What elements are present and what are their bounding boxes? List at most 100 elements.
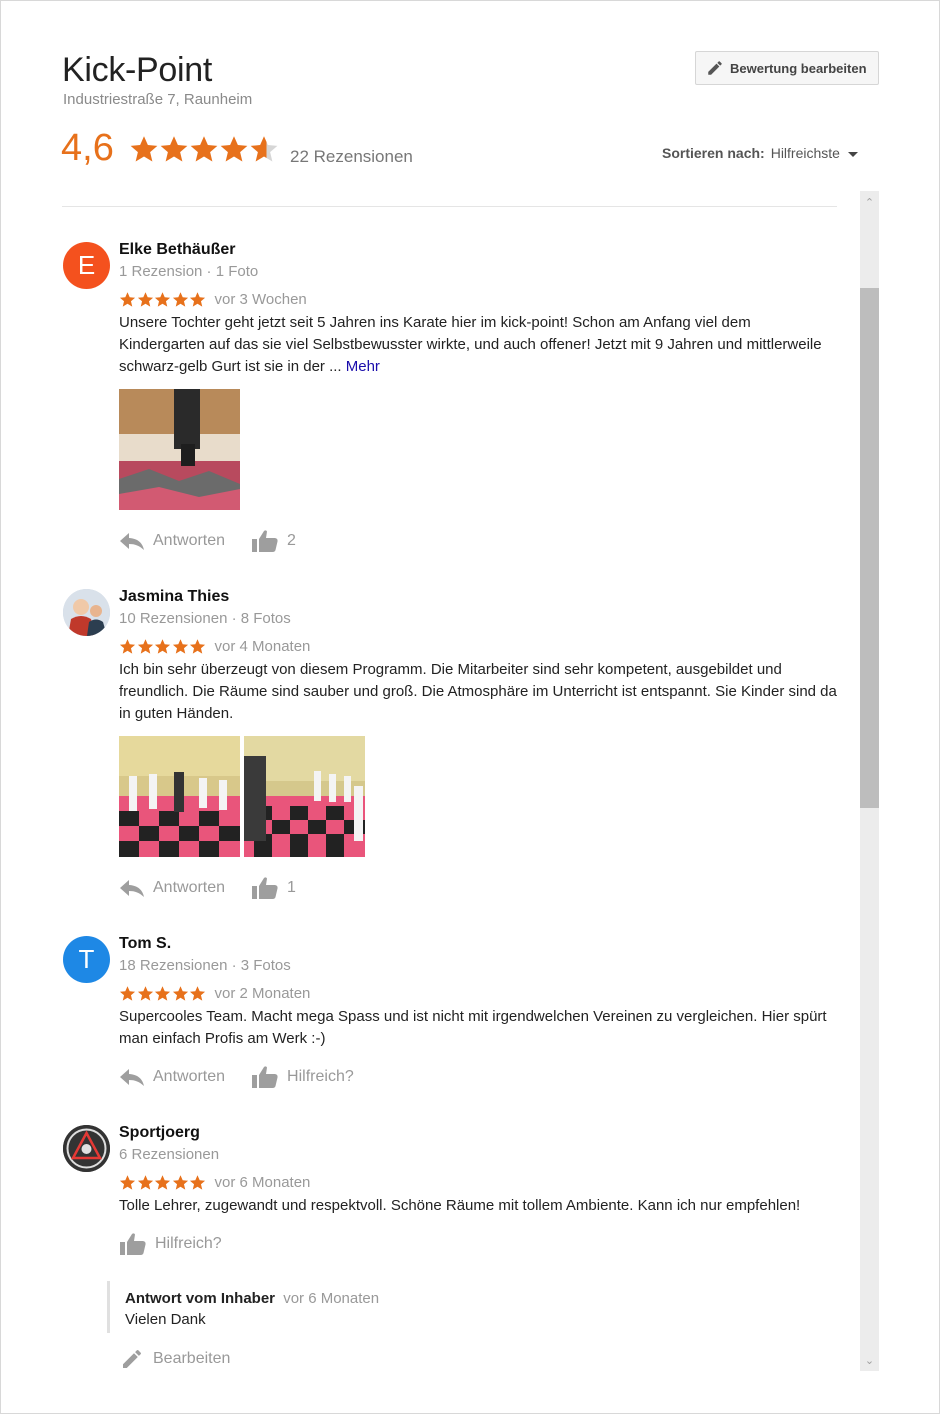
scroll-down-arrow-icon[interactable]: ⌄ bbox=[860, 1351, 879, 1369]
star-icon bbox=[189, 985, 206, 1002]
reply-button[interactable]: Antworten bbox=[119, 878, 225, 898]
more-link[interactable]: Mehr bbox=[346, 358, 380, 375]
review-photo[interactable] bbox=[119, 389, 240, 510]
review-photo[interactable] bbox=[244, 736, 365, 857]
star-icon bbox=[137, 1174, 154, 1191]
star-icon bbox=[189, 134, 219, 164]
owner-reply-text: Vielen Dank bbox=[125, 1311, 206, 1328]
thumbs-up-icon bbox=[119, 1232, 147, 1256]
owner-reply-title: Antwort vom Inhaber bbox=[125, 1290, 276, 1307]
reviewer-meta: 6 Rezensionen bbox=[119, 1146, 220, 1163]
reviewer-meta: 1 Rezension · 1 Foto bbox=[119, 263, 259, 280]
review-text: Unsere Tochter geht jetzt seit 5 Jahren … bbox=[119, 312, 837, 378]
scrollbar[interactable]: ⌃ ⌄ bbox=[860, 191, 879, 1371]
scrollbar-thumb[interactable] bbox=[860, 288, 879, 808]
pencil-icon bbox=[119, 1347, 145, 1371]
caret-down-icon[interactable] bbox=[847, 151, 858, 157]
helpful-label: Hilfreich? bbox=[287, 1068, 354, 1085]
review-stars: vor 3 Wochen bbox=[119, 291, 307, 308]
avatar[interactable]: E bbox=[63, 242, 110, 289]
helpful-label: Hilfreich? bbox=[155, 1235, 222, 1252]
review-actions: Antworten Hilfreich? bbox=[119, 1065, 380, 1089]
review-photo[interactable] bbox=[119, 736, 240, 857]
star-icon bbox=[119, 638, 136, 655]
star-icon bbox=[154, 291, 171, 308]
review-date: vor 3 Wochen bbox=[214, 291, 307, 308]
reply-button[interactable]: Antworten bbox=[119, 531, 225, 551]
helpful-button[interactable]: Hilfreich? bbox=[251, 1065, 354, 1089]
edit-review-button[interactable]: Bewertung bearbeiten bbox=[695, 51, 879, 85]
star-icon bbox=[154, 985, 171, 1002]
review-actions: Antworten 2 bbox=[119, 529, 322, 553]
review-text: Tolle Lehrer, zugewandt und respektvoll.… bbox=[119, 1197, 801, 1214]
star-icon bbox=[137, 638, 154, 655]
review-actions: Antworten 1 bbox=[119, 876, 322, 900]
reviewer-name[interactable]: Sportjoerg bbox=[119, 1124, 200, 1142]
star-icon bbox=[119, 985, 136, 1002]
thumbs-up-icon bbox=[251, 1065, 279, 1089]
like-button[interactable]: 1 bbox=[251, 876, 296, 900]
review-text-body: Unsere Tochter geht jetzt seit 5 Jahren … bbox=[119, 314, 822, 375]
star-icon bbox=[137, 985, 154, 1002]
star-icon bbox=[154, 638, 171, 655]
reply-label: Antworten bbox=[153, 879, 226, 896]
average-rating-stars bbox=[129, 134, 279, 164]
header-divider bbox=[62, 206, 837, 207]
sort-control[interactable]: Sortieren nach: Hilfreichste bbox=[662, 145, 858, 161]
review-date: vor 6 Monaten bbox=[214, 1174, 311, 1191]
thumbs-up-icon bbox=[251, 529, 279, 553]
review-text: Ich bin sehr überzeugt von diesem Progra… bbox=[119, 661, 837, 722]
reply-icon bbox=[119, 1067, 145, 1087]
owner-reply-header: Antwort vom Inhaber vor 6 Monaten bbox=[125, 1290, 407, 1307]
like-count: 2 bbox=[287, 532, 296, 549]
avatar[interactable]: T bbox=[63, 936, 110, 983]
review-stars: vor 2 Monaten bbox=[119, 985, 310, 1002]
business-name: Kick-Point bbox=[62, 51, 213, 89]
avatar[interactable] bbox=[63, 1125, 110, 1172]
star-icon bbox=[219, 134, 249, 164]
sort-label: Sortieren nach: bbox=[662, 145, 765, 161]
reviewer-meta: 18 Rezensionen · 3 Fotos bbox=[119, 957, 291, 974]
scroll-up-arrow-icon[interactable]: ⌃ bbox=[860, 193, 879, 211]
reply-button[interactable]: Antworten bbox=[119, 1067, 225, 1087]
review-actions: Hilfreich? bbox=[119, 1232, 248, 1256]
pencil-icon bbox=[706, 59, 724, 77]
star-icon bbox=[119, 291, 136, 308]
star-icon bbox=[129, 134, 159, 164]
like-button[interactable]: 2 bbox=[251, 529, 296, 553]
edit-review-label: Bewertung bearbeiten bbox=[730, 60, 867, 76]
reviewer-name[interactable]: Elke Bethäußer bbox=[119, 241, 235, 259]
review-stars: vor 4 Monaten bbox=[119, 638, 310, 655]
review-date: vor 2 Monaten bbox=[214, 985, 311, 1002]
reviews-dialog: Kick-Point Industriestraße 7, Raunheim 4… bbox=[0, 0, 940, 1414]
edit-reply-button[interactable]: Bearbeiten bbox=[119, 1347, 230, 1371]
helpful-button[interactable]: Hilfreich? bbox=[119, 1232, 222, 1256]
star-icon bbox=[189, 1174, 206, 1191]
reply-label: Antworten bbox=[153, 532, 226, 549]
like-count: 1 bbox=[287, 879, 296, 896]
reviewer-name[interactable]: Jasmina Thies bbox=[119, 588, 229, 606]
review-count: 22 Rezensionen bbox=[290, 147, 413, 166]
owner-reply: Antwort vom Inhaber vor 6 Monaten Vielen… bbox=[107, 1281, 407, 1333]
star-icon bbox=[119, 1174, 136, 1191]
star-icon bbox=[172, 638, 189, 655]
star-icon bbox=[189, 638, 206, 655]
reply-label: Antworten bbox=[153, 1068, 226, 1085]
star-icon bbox=[172, 291, 189, 308]
review-stars: vor 6 Monaten bbox=[119, 1174, 310, 1191]
star-icon bbox=[189, 291, 206, 308]
reviewer-meta: 10 Rezensionen · 8 Fotos bbox=[119, 610, 291, 627]
edit-reply-label: Bearbeiten bbox=[153, 1350, 231, 1367]
sort-dropdown[interactable]: Hilfreichste bbox=[771, 145, 840, 161]
review-text: Supercooles Team. Macht mega Spass und i… bbox=[119, 1008, 827, 1047]
star-icon bbox=[172, 985, 189, 1002]
star-icon bbox=[159, 134, 189, 164]
star-icon bbox=[154, 1174, 171, 1191]
half-star-icon bbox=[249, 134, 279, 164]
thumbs-up-icon bbox=[251, 876, 279, 900]
average-rating: 4,6 bbox=[61, 127, 114, 169]
reviewer-name[interactable]: Tom S. bbox=[119, 935, 171, 953]
reply-icon bbox=[119, 878, 145, 898]
owner-reply-date: vor 6 Monaten bbox=[283, 1290, 380, 1307]
avatar[interactable] bbox=[63, 589, 110, 636]
